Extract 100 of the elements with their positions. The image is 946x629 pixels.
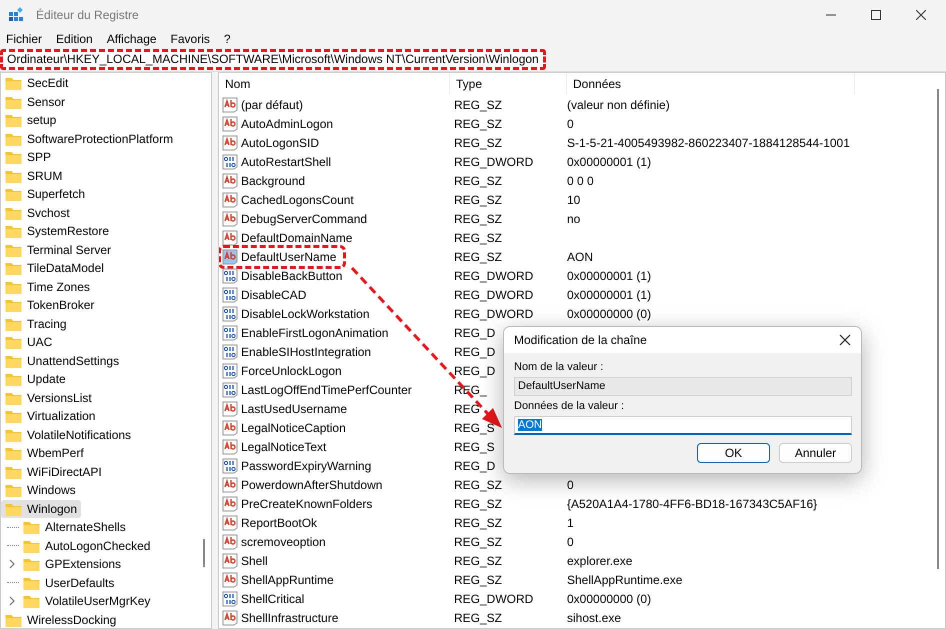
dialog-button[interactable]: OK [697,443,770,463]
dialog-title: Modification de la chaîne [514,333,647,347]
data-cell: 0 [567,534,574,548]
value-name[interactable]: Shell [241,554,268,568]
close-icon[interactable] [916,10,926,20]
tree-item[interactable]: UserDefaults [19,574,118,592]
maximize-icon[interactable] [871,10,881,20]
menu-item[interactable]: Edition [56,32,93,46]
value-name[interactable]: PasswordExpiryWarning [241,458,372,472]
value-name[interactable]: ShellInfrastructure [241,610,338,624]
tree-item[interactable]: Windows [1,481,80,500]
value-name[interactable]: PreCreateKnownFolders [241,496,372,510]
folder-icon [5,446,22,460]
value-name[interactable]: LastLogOffEndTimePerfCounter [241,382,412,396]
tree-item[interactable]: TileDataModel [1,259,108,278]
data-cell: 0 [567,478,574,492]
value-name[interactable]: DebugServerCommand [241,212,368,226]
type-cell: REG_D [454,364,496,378]
tree-item[interactable]: WbemPerf [1,444,88,462]
tree-item[interactable]: Sensor [1,92,70,111]
value-name[interactable]: DefaultDomainName [241,230,352,244]
value-name[interactable]: PowerdownAfterShutdown [241,478,382,492]
value-name[interactable]: LegalNoticeCaption [241,420,346,434]
folder-icon [5,483,22,498]
tree-item[interactable]: Terminal Server [1,240,116,259]
value-name[interactable]: scremoveoption [241,534,326,548]
menu-item[interactable]: Fichier [6,32,42,46]
value-name[interactable]: DefaultUserName [241,250,336,264]
tree-item[interactable]: VersionsList [1,388,96,407]
chevron-icon[interactable] [9,596,15,606]
scrollbar-thumb[interactable] [203,539,205,567]
value-name[interactable]: AutoAdminLogon [241,116,334,130]
folder-icon [5,464,22,479]
tree-item[interactable]: UAC [1,333,56,352]
value-name-field[interactable]: DefaultUserName [514,377,852,396]
tree-item[interactable]: SecEdit [1,74,72,92]
column-header[interactable]: Type [450,73,567,95]
tree-item[interactable]: Svchost [1,204,74,222]
folder-icon [23,520,40,534]
tree-item[interactable]: Virtualization [1,407,100,426]
tree-item[interactable]: AlternateShells [19,518,130,536]
column-header[interactable]: Nom [219,73,450,95]
folder-icon [5,298,22,312]
tree-item[interactable]: Winlogon [1,500,82,518]
folder-icon [5,372,22,386]
folder-icon [5,390,22,405]
menu-item[interactable]: Affichage [106,32,157,46]
tree-item[interactable]: AutoLogonChecked [19,536,154,555]
tree-item[interactable]: GPExtensions [19,555,126,574]
folder-icon [5,280,22,294]
folder-icon [5,612,22,627]
value-name[interactable]: DisableCAD [241,288,306,302]
value-name[interactable]: DisableBackButton [241,268,342,282]
tree-item[interactable]: Tracing [1,314,71,333]
chevron-icon[interactable] [9,559,15,570]
tree-item[interactable]: Time Zones [1,278,94,296]
tree-item[interactable]: Update [1,370,70,388]
type-cell: REG_SZ [454,98,502,112]
value-name[interactable]: Background [241,174,306,188]
tree-item[interactable]: WiFiDirectAPI [1,462,106,481]
folder-icon [23,594,40,608]
tree-item[interactable]: TokenBroker [1,296,98,314]
column-header[interactable]: Données [567,73,855,95]
type-cell: REG_SZ [454,478,502,492]
value-name[interactable]: LegalNoticeText [241,440,326,454]
tree-item[interactable]: VolatileNotifications [1,426,136,444]
menu-item[interactable]: Favoris [170,32,210,46]
folder-icon [5,187,22,202]
value-name[interactable]: ForceUnlockLogon [241,364,342,378]
tree-item[interactable]: UnattendSettings [1,352,124,370]
address-field[interactable]: Ordinateur\HKEY_LOCAL_MACHINE\SOFTWARE\Microsoft\Windows NT\CurrentVersion\Winlogon [0,49,546,70]
value-name[interactable]: EnableFirstLogonAnimation [241,326,388,340]
menu-item[interactable]: ? [224,32,231,46]
close-icon[interactable] [839,334,851,346]
type-cell: REG_DWORD [454,268,534,282]
tree-item[interactable]: SRUM [1,166,66,185]
value-name[interactable]: AutoRestartShell [241,154,332,168]
value-name[interactable]: ShellAppRuntime [241,572,334,586]
folder-icon [23,576,40,590]
type-cell: REG_S [454,420,495,434]
tree-item[interactable]: WirelessDocking [1,610,120,628]
tree-item[interactable]: SPP [1,148,56,166]
tree-item[interactable]: SoftwareProtectionPlatform [1,130,178,148]
scrollbar-thumb[interactable] [937,89,939,569]
tree-item[interactable]: Superfetch [1,185,90,204]
tree-item[interactable]: VolatileUserMgrKey [19,592,154,610]
tree-item[interactable]: SystemRestore [1,222,114,240]
value-data-field[interactable]: AON [514,416,852,435]
value-name[interactable]: EnableSIHostIntegration [241,344,372,358]
value-name[interactable]: LastUsedUsername [241,402,348,416]
value-name[interactable]: AutoLogonSID [241,136,320,150]
folder-icon [5,316,22,331]
data-cell: explorer.exe [567,554,632,568]
value-name[interactable]: DisableLockWorkstation [241,306,370,320]
value-name[interactable]: ReportBootOk [241,516,318,530]
dialog-button[interactable]: Annuler [779,443,852,463]
value-name[interactable]: ShellCritical [241,592,304,606]
value-name[interactable]: (par défaut) [241,98,304,112]
value-name[interactable]: CachedLogonsCount [241,192,354,206]
tree-item[interactable]: setup [1,111,60,130]
